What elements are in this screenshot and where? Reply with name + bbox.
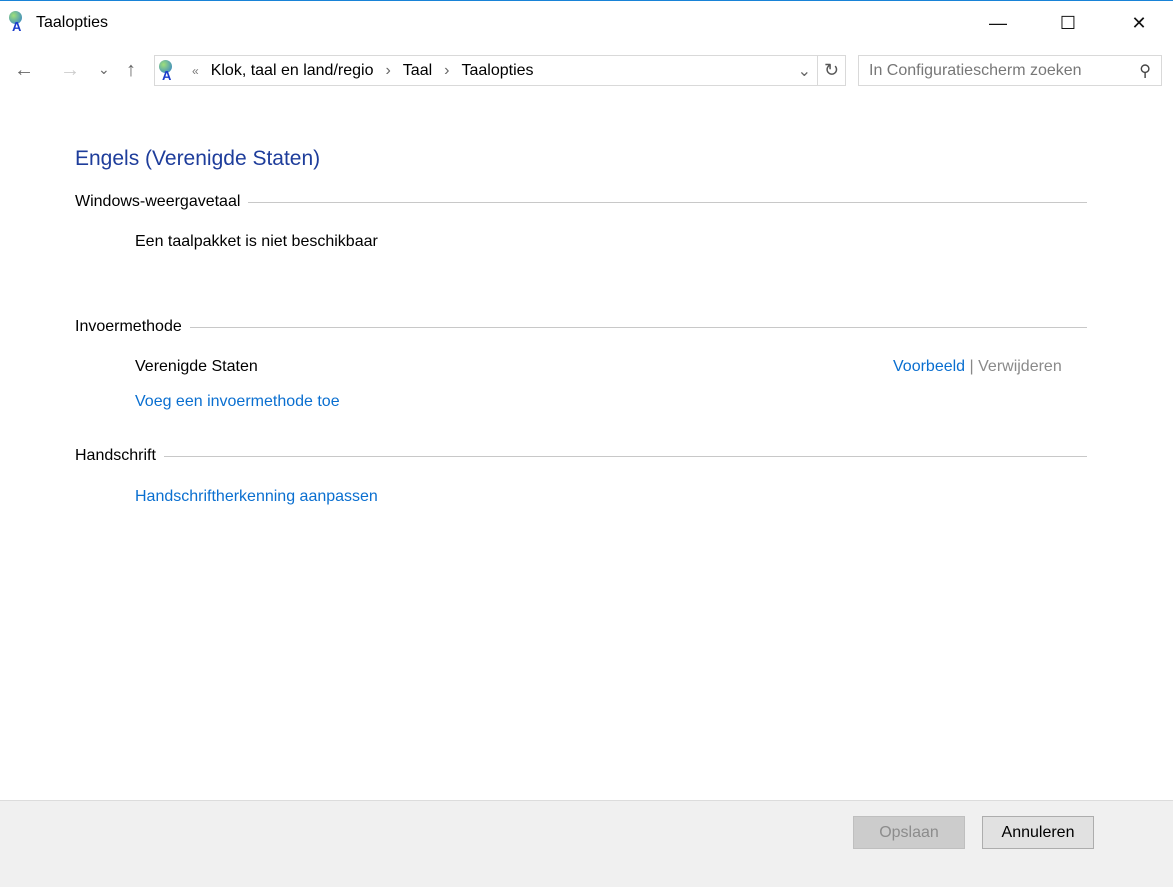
display-language-heading: Windows-weergavetaal [75, 193, 241, 210]
minimize-button[interactable]: — [975, 1, 1021, 45]
control-panel-icon [158, 59, 178, 83]
input-method-heading: Invoermethode [75, 318, 182, 335]
divider [163, 455, 1087, 457]
search-icon[interactable]: ⚲ [1139, 61, 1151, 81]
maximize-button[interactable]: ☐ [1045, 1, 1091, 45]
add-input-method-link[interactable]: Voeg een invoermethode toe [135, 393, 340, 411]
breadcrumb-language-options[interactable]: Taalopties [461, 62, 533, 80]
close-button[interactable]: ✕ [1116, 1, 1162, 45]
breadcrumb-separator-icon[interactable]: › [444, 62, 449, 80]
window-title: Taalopties [36, 14, 109, 31]
recent-locations-button[interactable]: ⌄ [98, 61, 110, 78]
divider [248, 201, 1087, 203]
address-bar[interactable]: « Klok, taal en land/regio › Taal › Taal… [154, 55, 818, 86]
refresh-button[interactable]: ↻ [817, 55, 846, 86]
search-placeholder: In Configuratiescherm zoeken [869, 61, 1082, 79]
cancel-button[interactable]: Annuleren [982, 816, 1094, 849]
up-button[interactable]: ↑ [126, 59, 136, 82]
overflow-chevron-icon[interactable]: « [192, 64, 199, 78]
breadcrumb-language[interactable]: Taal [403, 62, 432, 80]
divider [189, 326, 1087, 328]
handwriting-personalize-link[interactable]: Handschriftherkenning aanpassen [135, 488, 378, 506]
save-button[interactable]: Opslaan [853, 816, 965, 849]
display-language-status: Een taalpakket is niet beschikbaar [135, 233, 378, 250]
search-input[interactable]: In Configuratiescherm zoeken ⚲ [858, 55, 1162, 86]
remove-link[interactable]: Verwijderen [978, 358, 1062, 375]
app-icon [8, 11, 28, 34]
address-dropdown-icon[interactable]: ⌄ [798, 61, 811, 81]
forward-button[interactable]: → [60, 59, 80, 82]
handwriting-heading: Handschrift [75, 447, 156, 464]
input-method-name: Verenigde Staten [135, 358, 258, 375]
breadcrumb-clock-region[interactable]: Klok, taal en land/regio [211, 62, 374, 80]
page-title: Engels (Verenigde Staten) [75, 147, 321, 170]
preview-link[interactable]: Voorbeeld [893, 358, 965, 375]
breadcrumb-separator-icon[interactable]: › [385, 62, 390, 80]
back-button[interactable]: ← [14, 59, 34, 82]
link-separator: | [969, 358, 974, 375]
